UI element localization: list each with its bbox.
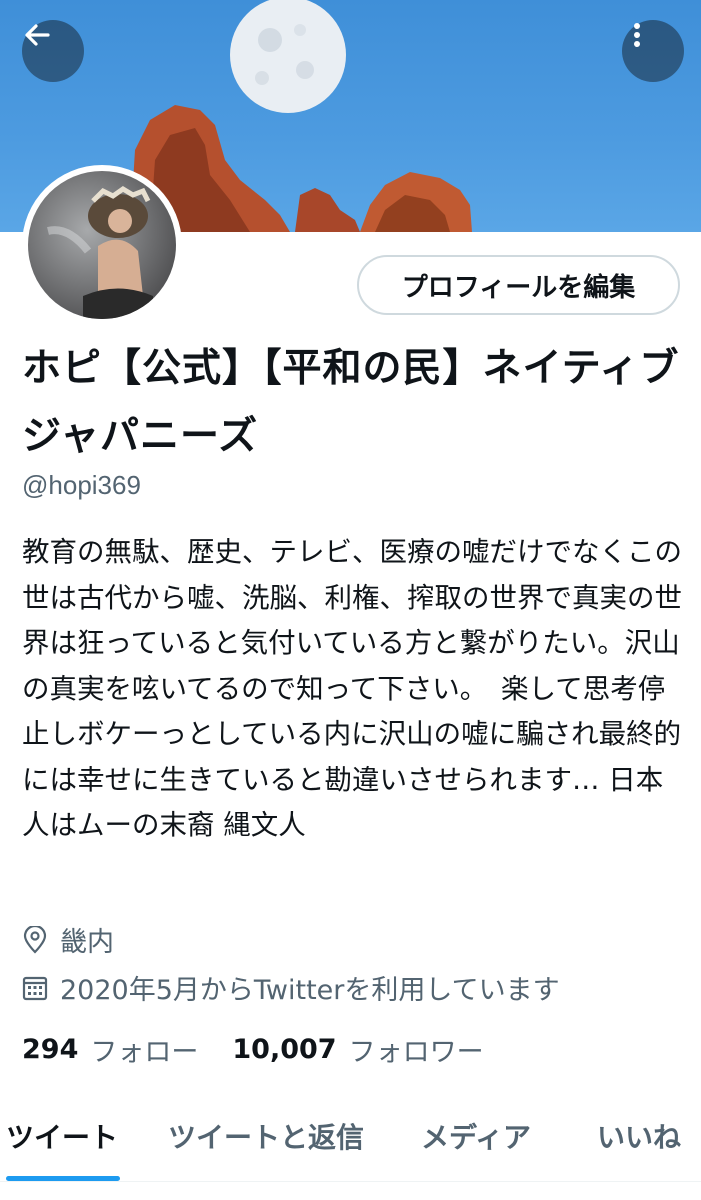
username-handle: @hopi369 (22, 470, 141, 500)
calendar-icon (22, 976, 48, 1000)
edit-profile-button[interactable]: プロフィールを編集 (357, 255, 680, 315)
joined-row: 2020年5月からTwitterを利用しています (22, 968, 560, 1007)
tab-tweets[interactable]: ツイート (6, 1116, 118, 1156)
avatar-image (28, 171, 176, 319)
location-pin-icon (23, 925, 47, 954)
followers-link[interactable]: 10,007 フォロワー (232, 1030, 483, 1069)
location-row: 畿内 (22, 920, 114, 959)
arrow-left-icon (25, 24, 50, 46)
profile-bio: 教育の無駄、歴史、テレビ、医療の嘘だけでなくこの世は古代から嘘、洗脳、利権、搾取… (22, 536, 682, 841)
followers-label: フォロワー (348, 1037, 484, 1068)
tabs-divider (0, 1181, 701, 1182)
display-name: ホピ【公式】【平和の民】ネイティブジャパニーズ (22, 346, 680, 459)
following-label: フォロー (90, 1037, 199, 1068)
tab-media[interactable]: メディア (421, 1116, 531, 1156)
following-count: 294 (22, 1034, 79, 1065)
following-link[interactable]: 294 フォロー (22, 1030, 198, 1069)
joined-text: 2020年5月からTwitterを利用しています (60, 975, 560, 1006)
tab-likes[interactable]: いいね (597, 1116, 681, 1156)
follow-stats: 294 フォロー 10,007 フォロワー (22, 1030, 484, 1069)
back-button[interactable] (22, 20, 84, 82)
avatar[interactable] (22, 165, 182, 325)
followers-count: 10,007 (232, 1034, 337, 1065)
tab-tweets-and-replies[interactable]: ツイートと返信 (168, 1116, 364, 1156)
more-vertical-icon (634, 23, 640, 47)
location-text: 畿内 (60, 927, 114, 958)
more-options-button[interactable] (622, 20, 684, 82)
profile-tabs: ツイート ツイートと返信 メディア いいね (0, 1100, 701, 1180)
